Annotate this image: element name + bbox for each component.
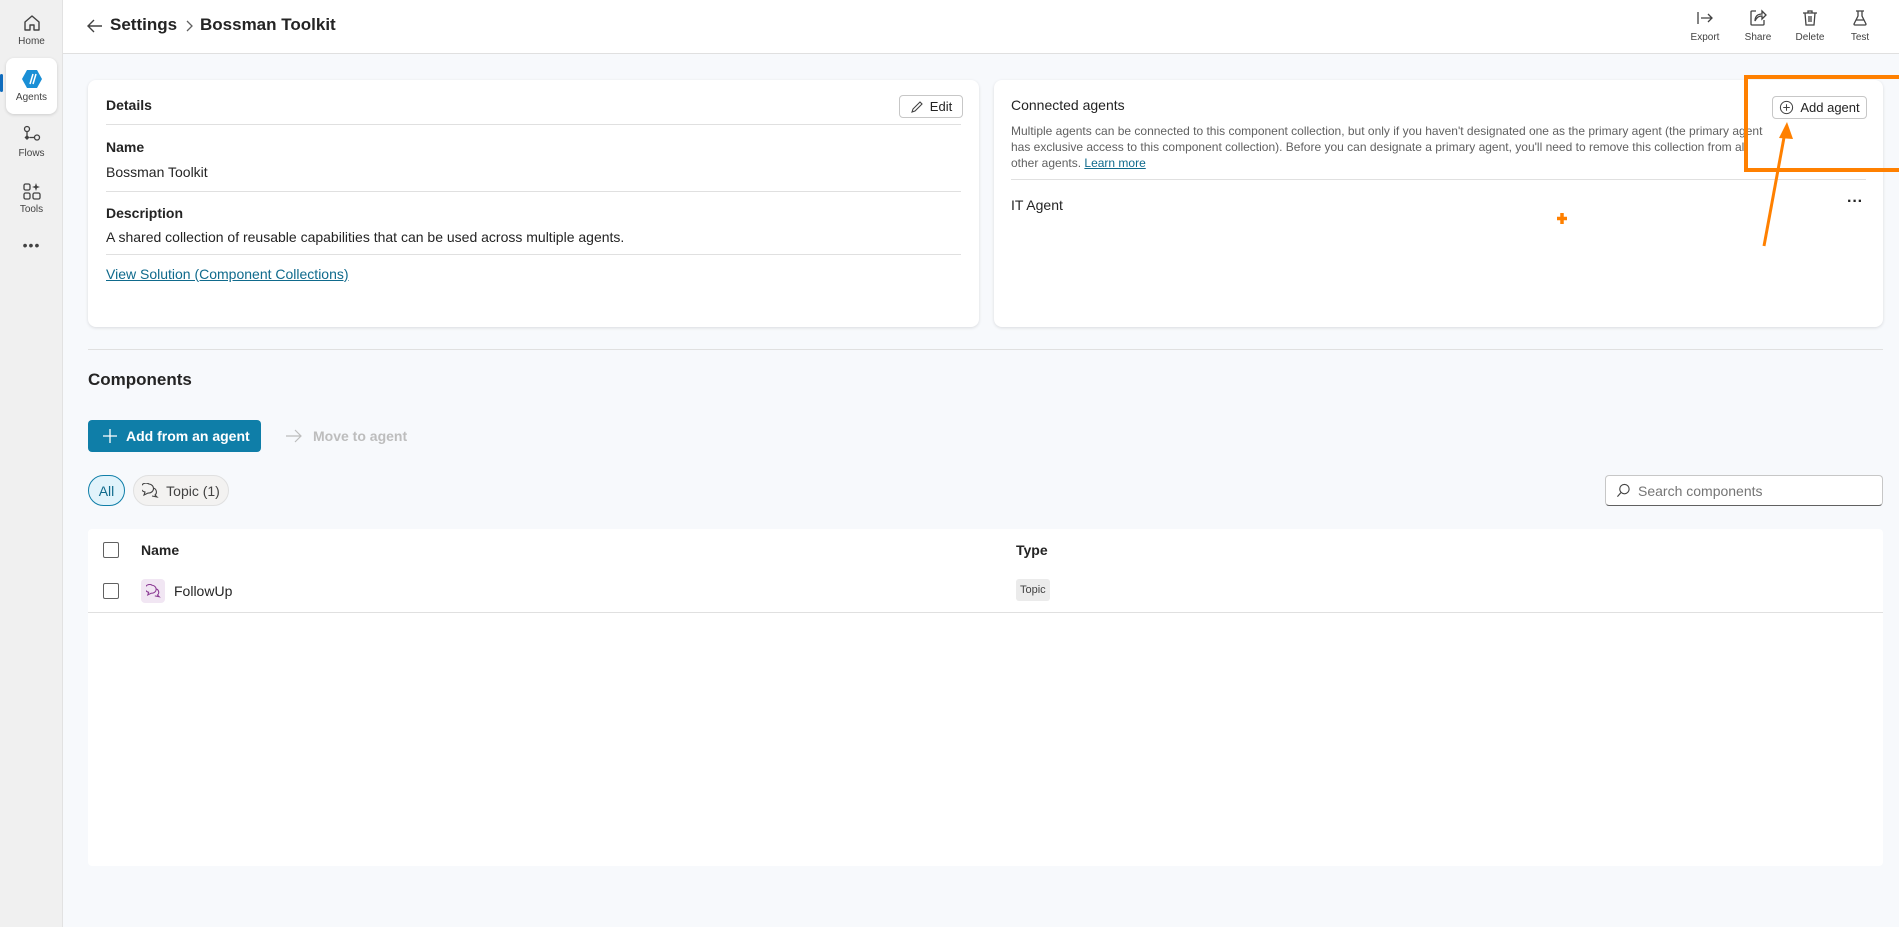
test-button[interactable]: Test: [1835, 8, 1885, 43]
details-title: Details: [106, 97, 152, 113]
column-header-name[interactable]: Name: [141, 542, 179, 558]
page-header: Settings Bossman Toolkit Export Share De…: [63, 0, 1899, 54]
column-header-type[interactable]: Type: [1016, 542, 1048, 558]
share-icon: [1750, 9, 1767, 26]
move-to-agent-button[interactable]: Move to agent: [285, 420, 407, 452]
breadcrumb-settings[interactable]: Settings: [110, 15, 177, 35]
divider: [1011, 179, 1866, 180]
details-card: Details Edit Name Bossman Toolkit Descri…: [88, 80, 979, 327]
table-header: Name Type: [88, 529, 1883, 571]
view-solution-link[interactable]: View Solution (Component Collections): [106, 266, 349, 282]
plus-icon: [103, 429, 117, 443]
nav-tools[interactable]: Tools: [6, 170, 57, 226]
row-checkbox[interactable]: [103, 583, 119, 599]
home-icon: [23, 15, 40, 31]
agent-name: IT Agent: [1011, 197, 1063, 213]
type-badge: Topic: [1016, 579, 1050, 601]
nav-label: Flows: [18, 148, 45, 159]
edit-button[interactable]: Edit: [899, 95, 963, 118]
back-arrow-icon[interactable]: [85, 16, 105, 36]
toolbar-label: Share: [1744, 32, 1772, 43]
left-nav: Home Agents Flows Tools •••: [0, 0, 63, 927]
chevron-right-icon: [186, 20, 193, 32]
active-indicator: [0, 74, 3, 92]
connected-agents-description: Multiple agents can be connected to this…: [1011, 123, 1771, 171]
nav-label: Agents: [15, 92, 48, 103]
name-value: Bossman Toolkit: [106, 164, 208, 180]
section-divider: [88, 349, 1883, 350]
page-title: Bossman Toolkit: [200, 15, 336, 34]
delete-button[interactable]: Delete: [1785, 8, 1835, 43]
divider: [106, 124, 961, 125]
name-label: Name: [106, 139, 145, 155]
topic-icon: [141, 579, 165, 603]
agent-list-item[interactable]: IT Agent ···: [994, 191, 1883, 219]
connected-agents-card: Connected agents Add agent Multiple agen…: [994, 80, 1883, 327]
add-from-agent-label: Add from an agent: [126, 428, 250, 444]
more-options-icon[interactable]: ···: [1847, 193, 1863, 211]
agents-icon: [21, 70, 42, 88]
search-icon: [1616, 483, 1630, 497]
description-label: Description: [106, 205, 184, 221]
delete-icon: [1803, 10, 1817, 26]
search-components-input[interactable]: [1605, 475, 1883, 506]
description-value: A shared collection of reusable capabili…: [106, 229, 625, 245]
export-button[interactable]: Export: [1680, 8, 1730, 43]
component-name[interactable]: FollowUp: [174, 583, 232, 599]
flows-icon: [23, 125, 40, 141]
connected-agents-title: Connected agents: [1011, 97, 1125, 113]
add-agent-button[interactable]: Add agent: [1772, 96, 1867, 119]
edit-label: Edit: [929, 99, 953, 114]
pencil-icon: [910, 100, 923, 113]
chat-bubbles-icon: [142, 483, 159, 498]
tools-icon: [22, 183, 41, 200]
toolbar-label: Export: [1690, 32, 1720, 43]
learn-more-link[interactable]: Learn more: [1084, 156, 1145, 170]
nav-flows[interactable]: Flows: [6, 114, 57, 170]
nav-agents[interactable]: Agents: [6, 58, 57, 114]
move-to-agent-label: Move to agent: [313, 428, 408, 444]
divider: [106, 191, 961, 192]
nav-label: Tools: [19, 204, 44, 215]
filter-topic-chip[interactable]: Topic (1): [133, 475, 229, 506]
plus-circle-icon: [1780, 100, 1794, 115]
components-table: Name Type FollowUp Topic: [88, 529, 1883, 866]
add-from-agent-button[interactable]: Add from an agent: [88, 420, 261, 452]
toolbar-label: Test: [1850, 32, 1870, 43]
share-button[interactable]: Share: [1733, 8, 1783, 43]
filter-topic-label: Topic (1): [166, 482, 220, 499]
divider: [106, 254, 961, 255]
nav-label: Home: [18, 36, 45, 47]
add-agent-label: Add agent: [1800, 100, 1860, 115]
nav-home[interactable]: Home: [6, 2, 57, 58]
select-all-checkbox[interactable]: [103, 542, 119, 558]
components-title: Components: [88, 370, 192, 389]
arrow-right-icon: [286, 429, 302, 443]
more-nav-button[interactable]: •••: [6, 230, 57, 260]
export-icon: [1697, 12, 1713, 24]
search-field[interactable]: [1638, 482, 1868, 499]
table-row[interactable]: FollowUp Topic: [88, 571, 1883, 613]
test-flask-icon: [1853, 10, 1867, 26]
filter-all-chip[interactable]: All: [88, 475, 125, 506]
toolbar-label: Delete: [1795, 32, 1825, 43]
